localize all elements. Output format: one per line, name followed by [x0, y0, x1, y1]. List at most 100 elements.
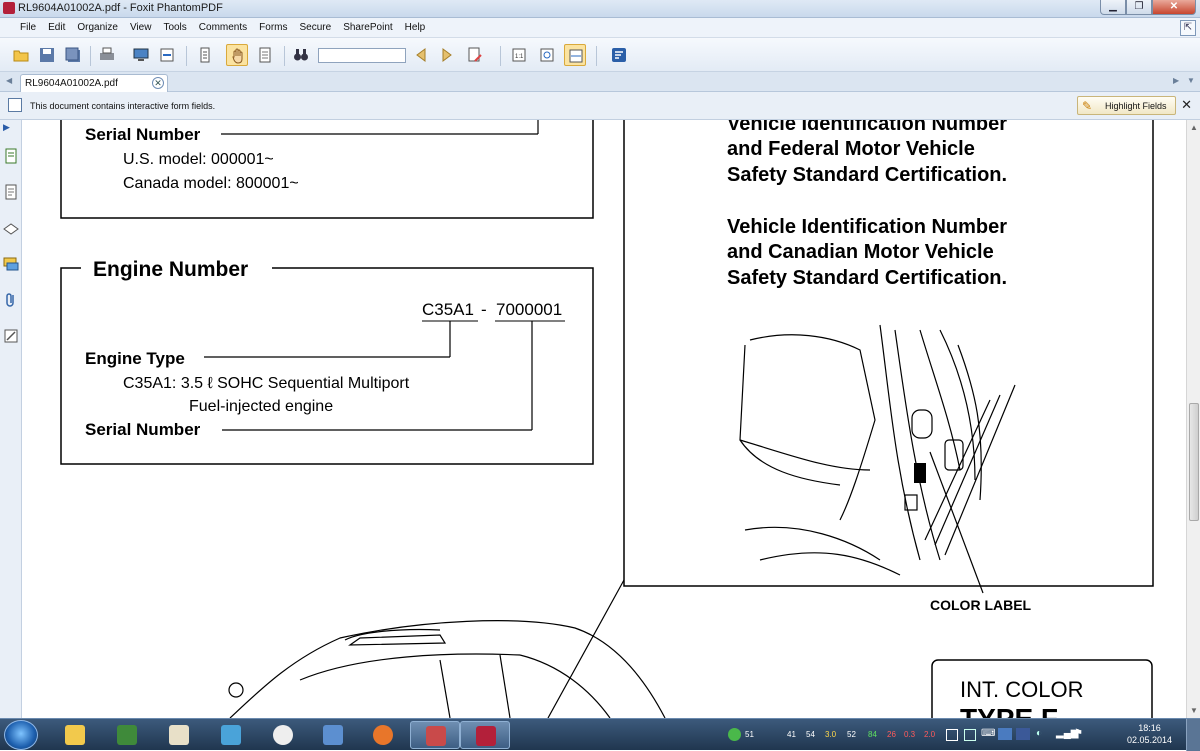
hand-tool-button[interactable] — [226, 44, 248, 66]
engine-code-part2: 7000001 — [496, 300, 562, 319]
engine-number-heading: Engine Number — [93, 258, 248, 281]
close-window-button[interactable]: ✕ — [1152, 0, 1196, 15]
tray-window-icon[interactable] — [964, 729, 976, 741]
tab-label: RL9604A01002A.pdf — [25, 78, 118, 89]
tray-counter: 0.3 — [904, 730, 916, 739]
bookmarks-icon[interactable] — [3, 184, 19, 200]
tray-counter: 2.0 — [924, 730, 936, 739]
menu-edit[interactable]: Edit — [42, 22, 71, 33]
tray-counter: 26 — [887, 730, 896, 739]
highlight-fields-label: Highlight Fields — [1105, 101, 1167, 111]
menu-view[interactable]: View — [124, 22, 158, 33]
scrollbar-thumb[interactable] — [1189, 403, 1199, 521]
taskbar-explorer[interactable] — [50, 721, 100, 749]
signature-icon[interactable] — [3, 328, 19, 344]
save-all-icon — [65, 47, 80, 62]
menu-file[interactable]: File — [14, 22, 42, 33]
engine-serial-number-label: Serial Number — [85, 420, 201, 439]
fit-width-button[interactable] — [564, 44, 586, 66]
form-icon — [8, 98, 22, 112]
clock-app-icon — [273, 725, 293, 745]
comments-icon[interactable] — [3, 256, 19, 272]
menu-forms[interactable]: Forms — [253, 22, 293, 33]
tray-counter: 84 — [868, 730, 877, 739]
menu-comments[interactable]: Comments — [193, 22, 253, 33]
taskbar-app-8[interactable] — [410, 721, 460, 749]
arrow-left-icon — [416, 48, 426, 62]
select-text-button[interactable] — [194, 44, 216, 66]
taskbar-foxit[interactable] — [460, 721, 510, 749]
tab-document[interactable]: RL9604A01002A.pdf ✕ — [20, 74, 168, 92]
pdf-convert-button[interactable] — [156, 44, 178, 66]
engine-type-label: Engine Type — [85, 349, 185, 368]
show-desktop-button[interactable] — [1186, 719, 1200, 751]
tab-scroll-right-icon[interactable]: ▶ — [1173, 76, 1179, 85]
actual-size-button[interactable]: 1:1 — [508, 44, 530, 66]
menu-bar: File Edit Organize View Tools Comments Forms Se… — [0, 18, 1200, 38]
highlighter-icon: ✎ — [1082, 99, 1093, 113]
folder-icon — [13, 50, 29, 62]
taskbar-app-2[interactable] — [102, 721, 152, 749]
keyboard-icon[interactable]: ⌨ — [981, 728, 995, 739]
tray-monitor-icon[interactable] — [998, 728, 1012, 740]
tray-app-icon[interactable] — [946, 729, 958, 741]
menu-help[interactable]: Help — [399, 22, 432, 33]
menu-secure[interactable]: Secure — [294, 22, 338, 33]
tray-counter: 51 — [745, 730, 754, 739]
tab-scroll-left-icon[interactable]: ◀ — [6, 76, 12, 85]
find-button[interactable] — [290, 44, 312, 66]
highlight-fields-button[interactable]: ✎ Highlight Fields — [1077, 96, 1176, 115]
comment-dropdown-button[interactable] — [464, 44, 486, 66]
color-label-callout: COLOR LABEL — [930, 597, 1032, 613]
maximize-button[interactable]: ❐ — [1126, 0, 1152, 15]
print-button[interactable] — [96, 44, 118, 66]
fit-page-button[interactable] — [536, 44, 558, 66]
search-input[interactable] — [318, 48, 406, 63]
snapshot-button[interactable] — [254, 44, 276, 66]
tab-list-icon[interactable]: ▼ — [1187, 76, 1195, 85]
taskbar-app-4[interactable] — [206, 721, 256, 749]
us-model-text: U.S. model: 000001~ — [123, 151, 274, 168]
start-button[interactable] — [4, 720, 38, 750]
tray-network-icon[interactable] — [1016, 728, 1030, 740]
open-folder-button[interactable] — [10, 44, 32, 66]
scan-button[interactable] — [130, 44, 152, 66]
attachment-icon[interactable] — [3, 292, 19, 308]
minimize-button[interactable]: ▁ — [1100, 0, 1126, 15]
pages-icon[interactable] — [3, 148, 19, 164]
menu-tools[interactable]: Tools — [157, 22, 192, 33]
pdf-page-view[interactable]: Serial Number U.S. model: 000001~ Canada… — [22, 120, 1186, 718]
find-next-button[interactable] — [436, 44, 458, 66]
volume-icon[interactable]: ◐ — [1036, 728, 1042, 739]
notepad-icon — [221, 725, 241, 745]
palette-icon — [169, 725, 189, 745]
layers-icon[interactable] — [3, 220, 19, 236]
save-button[interactable] — [36, 44, 58, 66]
foxit-menu-button[interactable] — [608, 44, 630, 66]
tab-close-icon[interactable]: ✕ — [152, 77, 164, 89]
panel-expand-icon[interactable]: ▶ — [3, 122, 19, 138]
save-all-button[interactable] — [62, 44, 84, 66]
taskbar-app-6[interactable] — [308, 721, 358, 749]
taskbar-paint[interactable] — [154, 721, 204, 749]
fullscreen-icon[interactable]: ⇱ — [1180, 20, 1196, 36]
top-serial-number-label: Serial Number — [85, 125, 201, 144]
vertical-scrollbar[interactable]: ▲ ▼ — [1186, 120, 1200, 718]
hand-icon — [232, 48, 243, 64]
update-status-icon[interactable] — [728, 728, 741, 741]
form-fields-infobar: This document contains interactive form … — [0, 92, 1200, 120]
clock-date: 02.05.2014 — [1126, 735, 1172, 745]
menu-sharepoint[interactable]: SharePoint — [337, 22, 398, 33]
scroll-down-icon[interactable]: ▼ — [1190, 706, 1198, 715]
close-infobar-button[interactable]: ✕ — [1181, 97, 1192, 113]
clock[interactable]: 18:16 02.05.2014 — [1127, 722, 1172, 746]
taskbar-app-5[interactable] — [258, 721, 308, 749]
scroll-up-icon[interactable]: ▲ — [1190, 123, 1198, 132]
find-previous-button[interactable] — [410, 44, 432, 66]
vin-canadian-line2: and Canadian Motor Vehicle — [727, 241, 994, 263]
action-center-flag-icon[interactable]: ⚑ — [1074, 728, 1083, 739]
convert-icon — [160, 48, 174, 62]
menu-organize[interactable]: Organize — [71, 22, 124, 33]
firefox-icon — [373, 725, 393, 745]
taskbar-firefox[interactable] — [358, 721, 408, 749]
